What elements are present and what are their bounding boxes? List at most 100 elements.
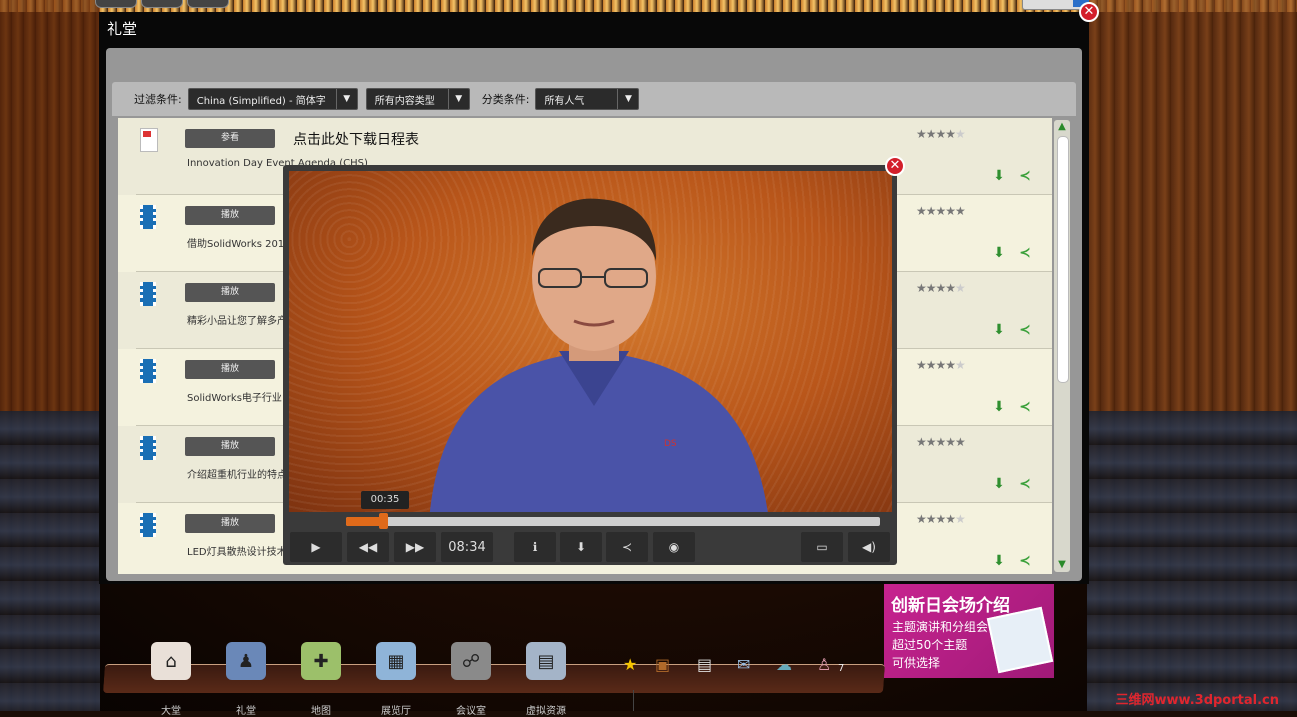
fullscreen-button[interactable]: ▭: [801, 532, 843, 562]
fast-forward-icon: ▶▶: [405, 540, 425, 554]
rating-stars[interactable]: ★★★★★: [916, 127, 966, 141]
download-icon[interactable]: ⬇: [990, 167, 1008, 185]
chevron-down-icon: ▼: [617, 89, 638, 109]
item-subtitle: 精彩小品让您了解多产: [187, 316, 287, 327]
list-scrollbar[interactable]: ▲ ▼: [1054, 120, 1070, 572]
duration-display: 08:34: [441, 532, 493, 562]
download-icon[interactable]: ⬇: [990, 244, 1008, 262]
chevron-down-icon: ▼: [447, 89, 469, 109]
svg-text:DS: DS: [664, 439, 677, 449]
view-button[interactable]: 参看: [185, 129, 275, 148]
top-nav-button[interactable]: [187, 0, 229, 8]
briefcase-icon[interactable]: ▣: [655, 655, 670, 674]
video-icon: [140, 436, 158, 462]
share-video-button[interactable]: ≺: [606, 532, 648, 562]
popularity-dropdown[interactable]: 所有人气 ▼: [535, 88, 640, 110]
rating-stars[interactable]: ★★★★★: [916, 358, 966, 372]
dock-label: 礼堂: [236, 706, 256, 717]
dock-exhibit[interactable]: ▦: [376, 642, 416, 680]
item-title[interactable]: 点击此处下载日程表: [293, 129, 419, 149]
rating-stars[interactable]: ★★★★★: [916, 281, 966, 295]
monitor-icon: ▭: [816, 540, 828, 554]
chat-icon[interactable]: ☁: [776, 655, 792, 674]
play-button[interactable]: 播放: [185, 437, 275, 456]
share-icon[interactable]: ≺: [1016, 552, 1034, 570]
sort-label: 分类条件:: [481, 93, 530, 106]
audience-seats-left: [0, 411, 100, 711]
top-nav: [95, 0, 229, 8]
language-dropdown[interactable]: China (Simplified) - 简体字 ▼: [187, 88, 358, 110]
map-icon: ✚: [313, 650, 329, 672]
scroll-thumb[interactable]: [1057, 136, 1069, 383]
play-button[interactable]: 播放: [185, 206, 275, 225]
pdf-icon: [140, 128, 158, 154]
video-icon: [140, 205, 158, 231]
promo-banner[interactable]: 创新日会场介绍 主题演讲和分组会议 超过50个主题 可供选择: [884, 584, 1054, 678]
share-icon[interactable]: ≺: [1016, 167, 1034, 185]
chevron-down-icon: ▼: [335, 89, 357, 109]
popularity-value: 所有人气: [544, 95, 585, 107]
item-subtitle: 借助SolidWorks 201: [187, 239, 285, 250]
download-video-button[interactable]: ⬇: [560, 532, 602, 562]
dock-meeting[interactable]: ☍: [451, 642, 491, 680]
meeting-icon: ☍: [461, 650, 481, 672]
resources-icon: ▤: [537, 650, 555, 672]
audience-seats-right: [1087, 411, 1297, 711]
dock-map[interactable]: ✚: [301, 642, 341, 680]
rating-stars[interactable]: ★★★★★: [916, 204, 966, 218]
top-nav-button[interactable]: [95, 0, 137, 8]
share-icon[interactable]: ≺: [1016, 475, 1034, 493]
share-icon[interactable]: ≺: [1016, 398, 1034, 416]
video-icon: [140, 282, 158, 308]
scroll-down-icon[interactable]: ▼: [1054, 558, 1070, 572]
share-icon[interactable]: ≺: [1016, 321, 1034, 339]
dock-label: 大堂: [161, 706, 181, 717]
mail-icon[interactable]: ✉: [737, 655, 750, 674]
time-tooltip: 00:35: [361, 491, 409, 509]
download-icon[interactable]: ⬇: [990, 475, 1008, 493]
play-button[interactable]: 播放: [185, 514, 275, 533]
download-icon[interactable]: ⬇: [990, 398, 1008, 416]
seek-bar[interactable]: [346, 513, 880, 529]
filter-bar: 过滤条件: China (Simplified) - 简体字 ▼ 所有内容类型 …: [112, 82, 1076, 116]
download-icon[interactable]: ⬇: [990, 321, 1008, 339]
item-subtitle: 介绍超重机行业的特点: [187, 470, 287, 481]
rewind-icon: ◀◀: [358, 540, 378, 554]
promo-line: 超过50个主题: [892, 638, 968, 652]
share-icon[interactable]: ≺: [1016, 244, 1034, 262]
volume-button[interactable]: ◀): [848, 532, 890, 562]
content-type-value: 所有内容类型: [374, 95, 435, 107]
video-frame[interactable]: DS: [289, 171, 892, 512]
content-type-dropdown[interactable]: 所有内容类型 ▼: [365, 88, 470, 110]
play-button[interactable]: 播放: [185, 360, 275, 379]
play-button[interactable]: 播放: [185, 283, 275, 302]
play-button[interactable]: ▶: [290, 532, 342, 562]
seek-handle[interactable]: [379, 513, 389, 529]
promo-photo: [986, 606, 1054, 674]
star-icon[interactable]: ★: [623, 655, 637, 674]
fast-forward-button[interactable]: ▶▶: [394, 532, 436, 562]
promo-line: 可供选择: [892, 656, 941, 670]
rating-stars[interactable]: ★★★★★: [916, 435, 966, 449]
rating-stars[interactable]: ★★★★★: [916, 512, 966, 526]
promo-line: 主题演讲和分组会议: [892, 620, 1001, 634]
people-icon[interactable]: ♙: [817, 655, 831, 674]
notes-icon[interactable]: ▤: [697, 655, 712, 674]
presenter-image: DS: [430, 198, 768, 512]
top-nav-button[interactable]: [141, 0, 183, 8]
dock-resources[interactable]: ▤: [526, 642, 566, 680]
dock-label: 展览厅: [381, 706, 411, 717]
info-button[interactable]: ℹ: [514, 532, 556, 562]
download-icon[interactable]: ⬇: [990, 552, 1008, 570]
dock-auditorium[interactable]: ♟: [226, 642, 266, 680]
idea-button[interactable]: ◉: [653, 532, 695, 562]
dock-lobby[interactable]: ⌂: [151, 642, 191, 680]
dock-label: 会议室: [456, 706, 486, 717]
info-icon: ℹ: [532, 540, 538, 554]
scroll-up-icon[interactable]: ▲: [1054, 120, 1070, 134]
rewind-button[interactable]: ◀◀: [347, 532, 389, 562]
close-player-icon[interactable]: ✕: [885, 156, 905, 176]
close-icon[interactable]: ✕: [1079, 2, 1099, 22]
item-subtitle: LED灯具散热设计技术: [187, 547, 287, 558]
seek-progress: [346, 517, 384, 526]
